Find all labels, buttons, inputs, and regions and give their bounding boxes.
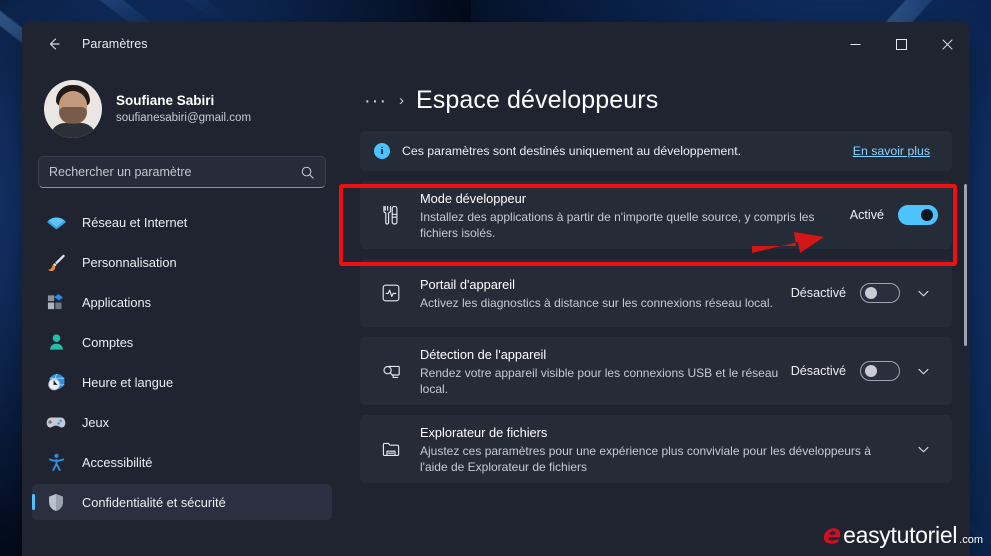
sidebar-item-label: Applications xyxy=(82,294,152,310)
window-title: Paramètres xyxy=(82,37,148,51)
sidebar-item-comptes[interactable]: Comptes xyxy=(32,324,332,360)
toggle-knob xyxy=(865,365,877,377)
search-input[interactable] xyxy=(49,165,300,179)
profile-section[interactable]: Soufiane Sabiri soufianesabiri@gmail.com xyxy=(32,66,332,154)
card-description: Installez des applications à partir de n… xyxy=(420,209,815,240)
arrow-left-icon xyxy=(49,38,60,50)
sidebar-item-reseau-et-internet[interactable]: Réseau et Internet xyxy=(32,204,332,240)
profile-text: Soufiane Sabiri soufianesabiri@gmail.com xyxy=(116,92,251,126)
learn-more-link[interactable]: En savoir plus xyxy=(853,144,930,158)
sidebar-item-applications[interactable]: Applications xyxy=(32,284,332,320)
card-description: Activez les diagnostics à distance sur l… xyxy=(420,295,773,310)
sidebar-item-label: Accessibilité xyxy=(82,454,153,470)
apps-icon xyxy=(44,291,68,313)
paintbrush-icon xyxy=(44,251,68,273)
scrollbar-thumb[interactable] xyxy=(964,184,967,346)
sidebar-item-label: Personnalisation xyxy=(82,254,177,270)
toggle-state-label: Désactivé xyxy=(790,286,846,300)
device-discovery-icon xyxy=(374,360,408,382)
avatar xyxy=(44,80,102,138)
accounts-icon xyxy=(44,331,68,353)
card-text: Portail d'appareil Activez les diagnosti… xyxy=(420,276,791,311)
card-description: Ajustez ces paramètres pour une expérien… xyxy=(420,443,871,474)
chevron-down-icon[interactable] xyxy=(908,356,938,386)
main-content: ··· › Espace développeurs i Ces paramètr… xyxy=(342,66,970,556)
card-controls: Désactivé xyxy=(791,356,938,386)
developer-mode-toggle[interactable] xyxy=(898,205,938,225)
chevron-down-icon[interactable] xyxy=(908,434,938,464)
card-title: Détection de l'appareil xyxy=(420,346,547,362)
sidebar-item-label: Comptes xyxy=(82,334,134,350)
gamepad-icon xyxy=(44,411,68,433)
card-title: Portail d'appareil xyxy=(420,276,515,292)
toggle-state-label: Activé xyxy=(849,208,884,222)
card-controls xyxy=(900,434,938,464)
setting-card-device-portal[interactable]: Portail d'appareil Activez les diagnosti… xyxy=(360,259,952,327)
sidebar-item-jeux[interactable]: Jeux xyxy=(32,404,332,440)
sidebar-item-label: Réseau et Internet xyxy=(82,214,188,230)
search-icon xyxy=(301,166,314,179)
device-discovery-toggle[interactable] xyxy=(860,361,900,381)
device-portal-icon xyxy=(374,282,408,304)
folder-icon xyxy=(374,438,408,460)
sidebar-item-label: Heure et langue xyxy=(82,374,174,390)
tools-icon xyxy=(374,204,408,226)
sidebar-item-accessibilite[interactable]: Accessibilité xyxy=(32,444,332,480)
desktop-background: Paramètres Soufiane Sabiri soufianesabir… xyxy=(0,0,991,556)
device-portal-toggle[interactable] xyxy=(860,283,900,303)
card-text: Mode développeur Installez des applicati… xyxy=(420,190,850,241)
accessibility-icon xyxy=(44,451,68,473)
breadcrumb-separator-icon: › xyxy=(398,92,404,109)
wifi-icon xyxy=(44,211,68,233)
settings-window: Paramètres Soufiane Sabiri soufianesabir… xyxy=(22,22,970,556)
shield-icon xyxy=(44,491,68,513)
breadcrumb-overflow-button[interactable]: ··· xyxy=(364,91,387,111)
card-title: Mode développeur xyxy=(420,190,527,206)
window-body: Soufiane Sabiri soufianesabiri@gmail.com xyxy=(22,66,970,556)
minimize-icon xyxy=(850,43,860,45)
title-bar: Paramètres xyxy=(22,22,970,66)
search-box[interactable] xyxy=(38,156,326,188)
page-title: Espace développeurs xyxy=(415,86,659,114)
sidebar-item-personnalisation[interactable]: Personnalisation xyxy=(32,244,332,280)
sidebar-item-heure-et-langue[interactable]: Heure et langue xyxy=(32,364,332,400)
back-button[interactable] xyxy=(34,28,74,60)
toggle-state-label: Désactivé xyxy=(790,364,846,378)
close-icon xyxy=(941,38,953,50)
sidebar-nav-list: Réseau et Internet Personnalisation Appl… xyxy=(32,202,332,556)
profile-name: Soufiane Sabiri xyxy=(116,93,215,108)
toggle-knob xyxy=(921,209,933,221)
sidebar: Soufiane Sabiri soufianesabiri@gmail.com xyxy=(22,66,342,556)
info-banner-text: Ces paramètres sont destinés uniquement … xyxy=(402,144,742,158)
profile-email: soufianesabiri@gmail.com xyxy=(116,112,252,124)
sidebar-item-label: Jeux xyxy=(82,414,110,430)
card-description: Rendez votre appareil visible pour les c… xyxy=(420,365,779,396)
minimize-button[interactable] xyxy=(832,22,878,66)
chevron-down-icon[interactable] xyxy=(908,278,938,308)
card-controls: Activé xyxy=(850,205,938,225)
toggle-knob xyxy=(865,287,877,299)
card-text: Détection de l'appareil Rendez votre app… xyxy=(420,346,791,397)
setting-card-developer-mode[interactable]: Mode développeur Installez des applicati… xyxy=(360,181,952,249)
info-banner: i Ces paramètres sont destinés uniquemen… xyxy=(360,131,952,171)
window-controls xyxy=(832,22,970,66)
clock-globe-icon xyxy=(44,371,68,393)
maximize-button[interactable] xyxy=(878,22,924,66)
content-scrollbar[interactable] xyxy=(964,184,967,556)
sidebar-item-confidentialite-et-securite[interactable]: Confidentialité et sécurité xyxy=(32,484,332,520)
card-title: Explorateur de fichiers xyxy=(420,424,548,440)
setting-card-device-discovery[interactable]: Détection de l'appareil Rendez votre app… xyxy=(360,337,952,405)
sidebar-item-label: Confidentialité et sécurité xyxy=(82,494,226,510)
close-button[interactable] xyxy=(924,22,970,66)
maximize-icon xyxy=(895,38,907,50)
setting-card-file-explorer[interactable]: Explorateur de fichiers Ajustez ces para… xyxy=(360,415,952,483)
card-controls: Désactivé xyxy=(791,278,938,308)
card-text: Explorateur de fichiers Ajustez ces para… xyxy=(420,424,900,475)
breadcrumb: ··· › Espace développeurs xyxy=(360,66,952,131)
info-icon: i xyxy=(374,143,390,159)
